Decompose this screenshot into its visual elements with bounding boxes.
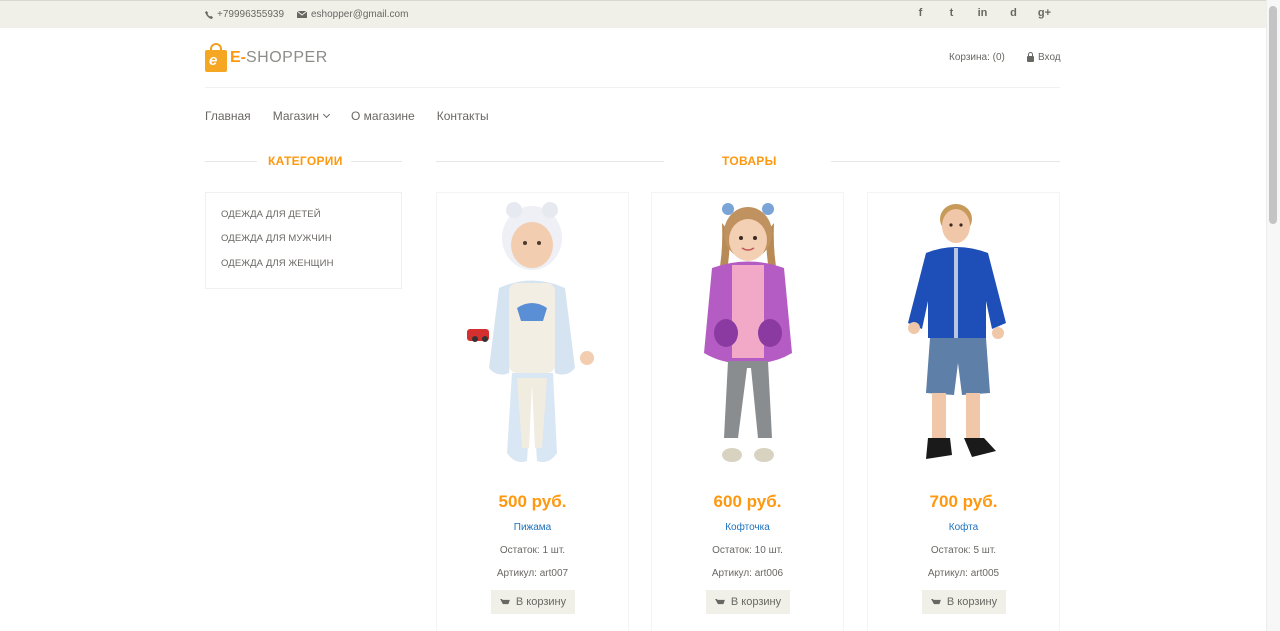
- product-card: 700 руб. Кофта Остаток: 5 шт. Артикул: a…: [867, 192, 1060, 631]
- product-image[interactable]: [868, 193, 1059, 475]
- login-link[interactable]: Вход: [1027, 52, 1061, 63]
- shopping-cart-icon: [714, 598, 725, 605]
- title-line-right: [351, 161, 402, 162]
- nav-contacts[interactable]: Контакты: [437, 109, 489, 123]
- email-address: eshopper@gmail.com: [311, 9, 409, 20]
- nav-shop[interactable]: Магазин: [272, 109, 331, 123]
- header-divider: [205, 87, 1060, 88]
- product-price: 600 руб.: [713, 492, 782, 511]
- facebook-icon[interactable]: f: [905, 7, 936, 19]
- logo[interactable]: e E- SHOPPER: [205, 43, 328, 72]
- nav-about[interactable]: О магазине: [351, 109, 415, 123]
- phone-icon: [205, 10, 213, 19]
- add-to-cart-label: В корзину: [730, 596, 782, 608]
- category-kids[interactable]: Одежда для детей: [221, 209, 321, 220]
- add-to-cart-label: В корзину: [515, 596, 567, 608]
- add-to-cart-button[interactable]: В корзину: [706, 590, 790, 614]
- category-women[interactable]: Одежда для женщин: [221, 258, 334, 269]
- email-link[interactable]: eshopper@gmail.com: [297, 9, 408, 20]
- shopping-cart-icon: [930, 598, 941, 605]
- social-links: f t in d g+: [905, 7, 1060, 19]
- products-title-line-left: [436, 161, 664, 162]
- product-image[interactable]: [652, 193, 843, 475]
- product-card: 600 руб. Кофточка Остаток: 10 шт. Артику…: [651, 192, 844, 631]
- product-stock: Остаток: 1 шт.: [499, 545, 566, 556]
- logo-letter: e: [209, 52, 218, 69]
- title-line-left: [205, 161, 257, 162]
- scrollbar-thumb[interactable]: [1269, 6, 1277, 224]
- product-name[interactable]: Кофточка: [652, 522, 843, 533]
- shopping-cart-icon: [499, 598, 510, 605]
- product-stock: Остаток: 5 шт.: [930, 545, 997, 556]
- add-to-cart-button[interactable]: В корзину: [922, 590, 1006, 614]
- product-card: 500 руб. Пижама Остаток: 1 шт. Артикул: …: [436, 192, 629, 631]
- category-men[interactable]: Одежда для мужчин: [221, 233, 332, 244]
- cart-link[interactable]: Корзина: (0): [949, 52, 1005, 63]
- lock-icon: [1027, 52, 1034, 62]
- envelope-icon: [297, 11, 307, 18]
- main-nav: Главная Магазин О магазине Контакты: [205, 109, 489, 123]
- nav-shop-label: Магазин: [272, 109, 319, 123]
- product-price: 500 руб.: [498, 492, 567, 511]
- phone-number: +79996355939: [217, 9, 285, 20]
- product-sku: Артикул: art006: [711, 568, 784, 579]
- product-image[interactable]: [437, 193, 628, 475]
- add-to-cart-button[interactable]: В корзину: [491, 590, 575, 614]
- login-label: Вход: [1038, 52, 1061, 63]
- shopping-bag-icon: e: [205, 43, 227, 72]
- nav-home[interactable]: Главная: [205, 109, 251, 123]
- product-name[interactable]: Кофта: [868, 522, 1059, 533]
- product-price: 700 руб.: [929, 492, 998, 511]
- categories-panel: Одежда для детей Одежда для мужчин Одежд…: [205, 192, 402, 289]
- logo-text: SHOPPER: [246, 48, 328, 66]
- chevron-down-icon: [322, 110, 331, 119]
- page: +79996355939 eshopper@gmail.com f t in d…: [0, 0, 1280, 631]
- page-scrollbar[interactable]: [1266, 0, 1280, 631]
- product-sku: Артикул: art005: [927, 568, 1000, 579]
- product-name[interactable]: Пижама: [437, 522, 628, 533]
- products-title-line-right: [831, 161, 1060, 162]
- products-title: Товары: [722, 154, 777, 168]
- product-sku: Артикул: art007: [496, 568, 569, 579]
- dribbble-icon[interactable]: d: [998, 7, 1029, 19]
- google-plus-icon[interactable]: g+: [1029, 7, 1060, 19]
- top-bar: +79996355939 eshopper@gmail.com f t in d…: [0, 0, 1266, 28]
- linkedin-icon[interactable]: in: [967, 7, 998, 19]
- categories-title: Категории: [268, 154, 343, 168]
- phone-link[interactable]: +79996355939: [205, 9, 284, 20]
- product-stock: Остаток: 10 шт.: [712, 545, 783, 556]
- twitter-icon[interactable]: t: [936, 7, 967, 19]
- logo-text-prefix: E-: [230, 48, 246, 66]
- add-to-cart-label: В корзину: [946, 596, 998, 608]
